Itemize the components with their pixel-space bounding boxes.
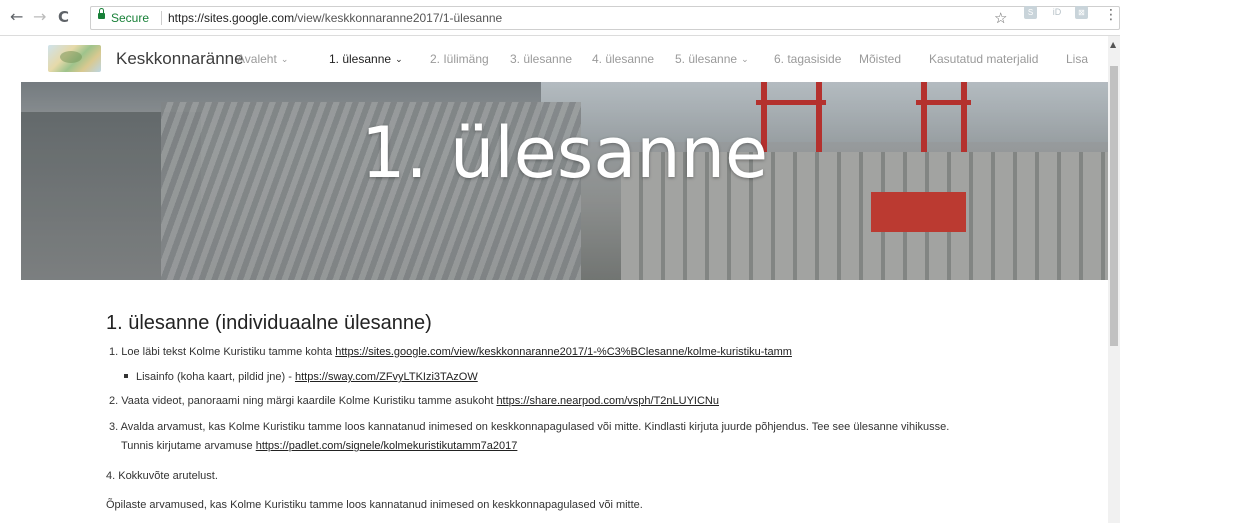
chevron-down-icon: ⌄ <box>741 54 749 64</box>
extension-id-icon[interactable]: iD <box>1049 6 1065 19</box>
site-header: Keskkonnaränne Avaleht ⌄ 1. ülesanne ⌄ 2. … <box>21 36 1108 82</box>
site-nav: Avaleht ⌄ 1. ülesanne ⌄ 2. Iülimäng 3. üle… <box>21 36 1108 82</box>
list-item-3: 3. Avalda arvamust, kas Kolme Kuristiku … <box>109 421 949 433</box>
back-arrow-icon[interactable]: ← <box>10 8 23 26</box>
hero-banner: 1. ülesanne <box>21 82 1108 280</box>
reload-icon[interactable]: C <box>58 8 69 26</box>
nav-item-avaleht[interactable]: Avaleht ⌄ <box>237 52 288 66</box>
url-divider <box>161 11 162 25</box>
list-item-4: 4. Kokkuvõte arutelust. <box>106 470 218 482</box>
chevron-down-icon: ⌄ <box>395 54 403 64</box>
nav-item-moisted[interactable]: Mõisted <box>859 52 901 66</box>
scrollbar-thumb[interactable] <box>1110 66 1118 346</box>
list-item-text: 1. Loe läbi tekst Kolme Kuristiku tamme … <box>109 346 336 358</box>
chevron-down-icon: ⌄ <box>280 54 289 64</box>
address-bar[interactable]: Secure https://sites.google.com/view/kes… <box>90 6 1120 30</box>
scroll-up-icon[interactable]: ▲ <box>1110 40 1116 49</box>
list-item-3-continued: Tunnis kirjutame arvamuse https://padlet… <box>121 440 517 452</box>
list-item-text: Tunnis kirjutame arvamuse <box>121 440 256 452</box>
nav-item-ulesanne-1[interactable]: 1. ülesanne ⌄ <box>329 52 403 66</box>
nav-item-ulesanne-3[interactable]: 3. ülesanne <box>510 52 572 66</box>
nav-item-ulesanne-4[interactable]: 4. ülesanne <box>592 52 654 66</box>
section-heading: 1. ülesanne (individuaalne ülesanne) <box>106 312 432 334</box>
main-content: 1. ülesanne (individuaalne ülesanne) 1. … <box>21 280 1108 523</box>
nav-item-tagasiside[interactable]: 6. tagasiside <box>774 52 841 66</box>
sub-list-item: Lisainfo (koha kaart, pildid jne) - http… <box>124 371 478 383</box>
bookmark-star-icon[interactable]: ☆ <box>994 9 1007 27</box>
nav-item-iulimang[interactable]: 2. Iülimäng <box>430 52 489 66</box>
link-padlet[interactable]: https://padlet.com/signele/kolmekuristik… <box>256 440 518 452</box>
nav-label: Avaleht <box>237 52 277 66</box>
forward-arrow-icon[interactable]: → <box>33 8 46 26</box>
list-item-text: Lisainfo (koha kaart, pildid jne) - <box>136 371 295 383</box>
nav-label: 1. ülesanne <box>329 52 392 66</box>
link-nearpod[interactable]: https://share.nearpod.com/vsph/T2nLUYICN… <box>496 395 719 407</box>
url-text[interactable]: https://sites.google.com/view/keskkonnar… <box>168 11 502 25</box>
list-item-text: 3. Avalda arvamust, kas Kolme Kuristiku … <box>109 421 950 433</box>
page-title: 1. ülesanne <box>360 112 769 194</box>
summary-text: Õpilaste arvamused, kas Kolme Kuristiku … <box>106 499 643 511</box>
extension-box-icon[interactable]: ⊠ <box>1075 6 1088 19</box>
link-kolme-kuristiku-tamm[interactable]: https://sites.google.com/view/keskkonnar… <box>335 346 792 358</box>
extension-s-icon[interactable]: S <box>1024 6 1037 19</box>
browser-menu-icon[interactable]: ⋮ <box>1104 7 1118 23</box>
nav-item-kasutatud-materjalid[interactable]: Kasutatud materjalid <box>929 52 1038 66</box>
list-item-1: 1. Loe läbi tekst Kolme Kuristiku tamme … <box>109 346 792 358</box>
link-sway[interactable]: https://sway.com/ZFvyLTKIzi3TAzOW <box>295 371 478 383</box>
url-path: /view/keskkonnaranne2017/1-ülesanne <box>294 11 503 25</box>
page-scrollbar[interactable]: ▲ <box>1108 36 1120 523</box>
list-item-text: 2. Vaata videot, panoraami ning märgi ka… <box>109 395 497 407</box>
nav-item-ulesanne-5[interactable]: 5. ülesanne ⌄ <box>675 52 749 66</box>
secure-label: Secure <box>111 11 150 25</box>
nav-label: 5. ülesanne <box>675 52 738 66</box>
page-viewport: Keskkonnaränne Avaleht ⌄ 1. ülesanne ⌄ 2. … <box>21 36 1108 523</box>
bullet-icon <box>124 374 128 378</box>
list-item-2: 2. Vaata videot, panoraami ning märgi ka… <box>109 395 719 407</box>
nav-item-lisa[interactable]: Lisa <box>1066 52 1088 66</box>
lock-icon <box>98 8 105 19</box>
browser-toolbar: ← → C Secure https://sites.google.com/vi… <box>0 0 1239 36</box>
url-host: https://sites.google.com <box>168 11 295 25</box>
